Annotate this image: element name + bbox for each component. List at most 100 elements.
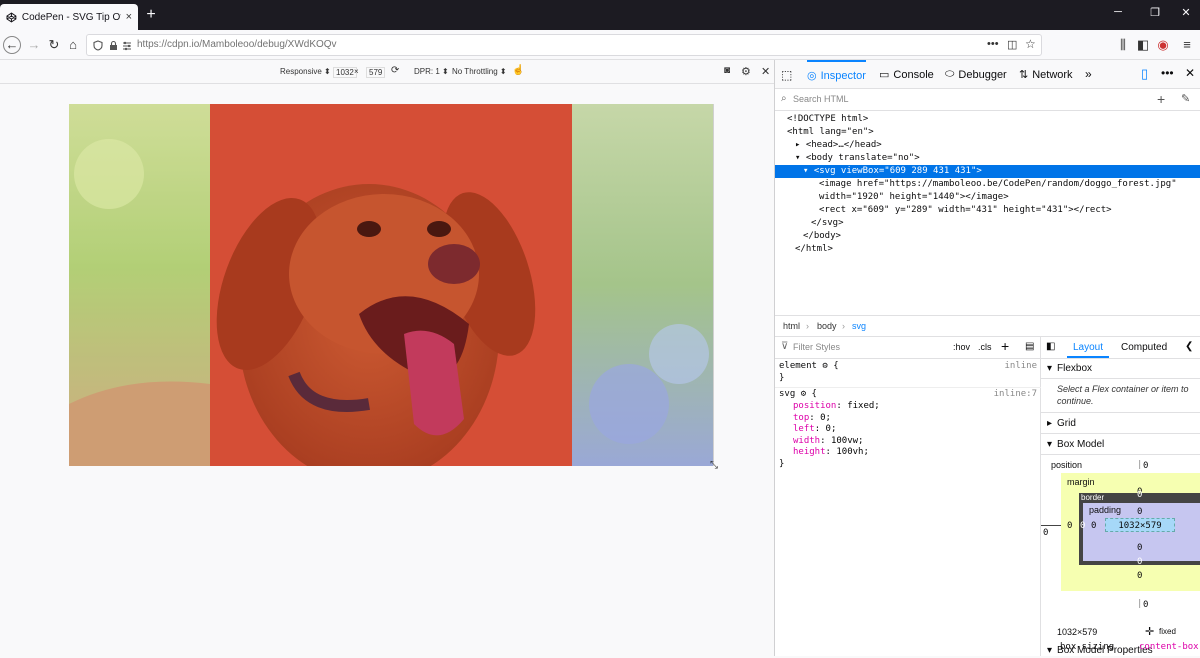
forward-icon[interactable]: → <box>25 36 43 54</box>
box-sizing-value[interactable]: content-box <box>1139 642 1199 652</box>
css-declaration[interactable]: position: fixed; <box>779 401 1037 413</box>
restore-icon[interactable]: ❐ <box>1145 6 1165 19</box>
lock-icon[interactable] <box>109 40 118 51</box>
tree-node[interactable]: ▾ <body translate="no"> <box>775 152 1200 165</box>
breadcrumb-body[interactable]: body <box>817 321 837 331</box>
css-property[interactable]: left <box>793 424 815 434</box>
add-node-icon[interactable]: + <box>1157 91 1165 107</box>
position-value[interactable]: 0 <box>1143 461 1148 471</box>
tab-layout[interactable]: Layout <box>1067 342 1110 358</box>
border-bottom-value[interactable]: 0 <box>1137 557 1142 567</box>
filter-styles-input[interactable]: Filter Styles <box>793 342 840 352</box>
rotate-icon[interactable]: ⟳ <box>391 65 399 76</box>
css-value[interactable]: 100vh; <box>836 447 869 457</box>
border-left-value[interactable]: 0 <box>1080 521 1085 531</box>
screenshot-icon[interactable]: ◙ <box>724 65 730 76</box>
eyedropper-icon[interactable]: ✎ <box>1181 92 1190 105</box>
devtools-close-icon[interactable]: ✕ <box>1185 66 1195 80</box>
box-model-section[interactable]: ▾ Box Model <box>1041 435 1200 455</box>
margin-left-value[interactable]: 0 <box>1067 521 1072 531</box>
rule-source[interactable]: inline <box>1004 361 1037 371</box>
tree-node[interactable]: </html> <box>775 243 1200 256</box>
cls-toggle[interactable]: .cls <box>978 342 992 352</box>
tree-node[interactable]: <rect x="609" y="289" width="431" height… <box>775 204 1200 217</box>
home-icon[interactable]: ⌂ <box>64 36 82 54</box>
content-box[interactable]: 1032×579 <box>1105 518 1175 532</box>
tree-node[interactable]: <!DOCTYPE html> <box>775 113 1200 126</box>
css-value[interactable]: 0; <box>820 413 831 423</box>
page-actions-icon[interactable]: ••• <box>987 38 999 50</box>
device-selector[interactable]: Responsive ⬍ <box>280 67 331 76</box>
search-html-input[interactable]: Search HTML <box>793 94 849 104</box>
reload-icon[interactable]: ↻ <box>45 36 63 54</box>
tree-node[interactable]: width="1920" height="1440"></image> <box>775 191 1200 204</box>
tab-network[interactable]: ⇅ Network <box>1019 60 1073 89</box>
resize-handle-icon[interactable]: ⤡ <box>710 460 718 471</box>
padding-top-value[interactable]: 0 <box>1137 507 1142 517</box>
tree-node[interactable]: <image href="https://mamboleoo.be/CodePe… <box>775 178 1200 191</box>
pocket-icon[interactable]: ◫ <box>1007 38 1017 51</box>
css-declaration[interactable]: height: 100vh; <box>779 447 1037 459</box>
shield-icon[interactable] <box>93 40 103 51</box>
position-bottom-value[interactable]: 0 <box>1143 600 1148 610</box>
css-property[interactable]: top <box>793 413 809 423</box>
extension-icon[interactable]: ◉ <box>1154 36 1172 54</box>
url-bar[interactable]: https://cdpn.io/Mamboleoo/debug/XWdKOQv … <box>86 34 1042 56</box>
flexbox-section[interactable]: ▾ Flexbox <box>1041 359 1200 379</box>
css-value[interactable]: 100vw; <box>831 436 864 446</box>
breadcrumb-svg[interactable]: svg <box>852 321 866 331</box>
library-icon[interactable]: ⫼ <box>1114 36 1132 54</box>
rule-source[interactable]: inline:7 <box>994 389 1037 399</box>
tree-node-selected[interactable]: ▾ <svg viewBox="609 289 431 431"> <box>775 165 1200 178</box>
padding-bottom-value[interactable]: 0 <box>1137 543 1142 553</box>
tree-node[interactable]: ▸ <head>…</head> <box>775 139 1200 152</box>
browser-tab[interactable]: CodePen - SVG Tip Of The Day × <box>0 4 138 30</box>
close-rdm-icon[interactable]: ✕ <box>761 65 770 78</box>
touch-simulation-icon[interactable]: ☝ <box>512 65 524 76</box>
devtools-menu-icon[interactable]: ••• <box>1161 66 1174 80</box>
permissions-icon[interactable] <box>122 40 132 51</box>
tab-console[interactable]: ▭ Console <box>879 60 934 89</box>
window-close-icon[interactable]: ✕ <box>1176 6 1196 19</box>
settings-gear-icon[interactable]: ⚙ <box>741 65 751 78</box>
tree-node[interactable]: </body> <box>775 230 1200 243</box>
css-declaration[interactable]: width: 100vw; <box>779 436 1037 448</box>
grid-section[interactable]: ▸ Grid <box>1041 414 1200 434</box>
tree-node[interactable]: <html lang="en"> <box>775 126 1200 139</box>
tree-node[interactable]: </svg> <box>775 217 1200 230</box>
css-property[interactable]: position <box>793 401 836 411</box>
tab-computed[interactable]: Computed <box>1121 342 1167 353</box>
position-footer: fixed <box>1159 627 1176 636</box>
breadcrumb-html[interactable]: html <box>783 321 800 331</box>
tab-close-icon[interactable]: × <box>126 11 132 23</box>
add-rule-icon[interactable]: + <box>1001 338 1009 354</box>
viewport-height-input[interactable]: 579 <box>366 67 386 78</box>
html-search-bar[interactable]: ⌕ Search HTML + ✎ <box>775 89 1200 111</box>
tab-inspector[interactable]: ◎ Inspector <box>807 60 866 89</box>
more-tabs-icon[interactable]: ❮ <box>1185 341 1193 352</box>
element-picker-icon[interactable]: ⬚ <box>781 68 792 82</box>
new-tab-button[interactable]: + <box>143 6 159 24</box>
minimize-icon[interactable]: ─ <box>1108 6 1128 18</box>
back-icon[interactable]: ← <box>3 36 21 54</box>
bookmark-star-icon[interactable]: ☆ <box>1025 37 1036 51</box>
hov-toggle[interactable]: :hov <box>953 342 970 352</box>
margin-bottom-value[interactable]: 0 <box>1137 571 1142 581</box>
css-declaration[interactable]: top: 0; <box>779 413 1037 425</box>
dock-side-icon[interactable]: ▯ <box>1141 66 1148 82</box>
tab-debugger[interactable]: ⬭ Debugger <box>945 60 1007 89</box>
throttling-selector[interactable]: No Throttling ⬍ <box>452 67 507 76</box>
css-value[interactable]: fixed; <box>847 401 880 411</box>
sidebar-icon[interactable]: ◧ <box>1134 36 1152 54</box>
border-top-value[interactable]: 0 <box>1137 490 1142 500</box>
css-value[interactable]: 0; <box>826 424 837 434</box>
css-declaration[interactable]: left: 0; <box>779 424 1037 436</box>
more-tabs-icon[interactable]: » <box>1085 67 1092 81</box>
print-media-icon[interactable]: ▤ <box>1025 341 1034 352</box>
menu-icon[interactable]: ≡ <box>1178 36 1196 54</box>
css-property[interactable]: width <box>793 436 820 446</box>
dpr-selector[interactable]: DPR: 1 ⬍ <box>414 67 449 76</box>
toggle-sidebar-icon[interactable]: ◧ <box>1046 341 1055 352</box>
css-property[interactable]: height <box>793 447 826 457</box>
padding-left-value[interactable]: 0 <box>1091 521 1096 531</box>
